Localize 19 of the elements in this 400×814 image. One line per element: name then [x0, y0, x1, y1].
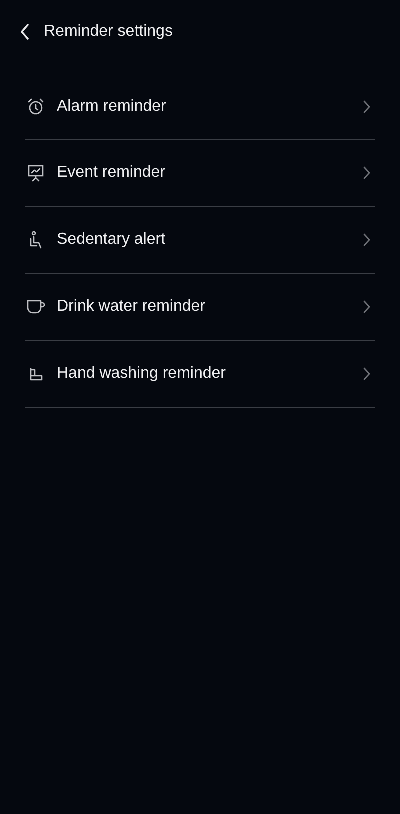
- alarm-clock-icon: [26, 97, 46, 117]
- chevron-right-icon: [363, 367, 371, 381]
- chevron-right-icon: [363, 300, 371, 314]
- settings-row[interactable]: Sedentary alert: [25, 207, 375, 274]
- row-label: Sedentary alert: [57, 231, 167, 249]
- page-title: Reminder settings: [44, 23, 173, 41]
- row-label: Event reminder: [57, 164, 166, 182]
- chevron-right-icon: [363, 166, 371, 180]
- settings-row[interactable]: Drink water reminder: [25, 274, 375, 341]
- settings-row[interactable]: Hand washing reminder: [25, 341, 375, 408]
- back-icon[interactable]: [20, 24, 30, 40]
- presentation-board-icon: [26, 163, 46, 183]
- row-label: Drink water reminder: [57, 298, 206, 316]
- chevron-right-icon: [363, 233, 371, 247]
- row-label: Hand washing reminder: [57, 365, 227, 383]
- settings-row[interactable]: Alarm reminder: [25, 75, 375, 140]
- chevron-right-icon: [363, 100, 371, 114]
- row-label: Alarm reminder: [57, 98, 168, 116]
- settings-row[interactable]: Event reminder: [25, 140, 375, 207]
